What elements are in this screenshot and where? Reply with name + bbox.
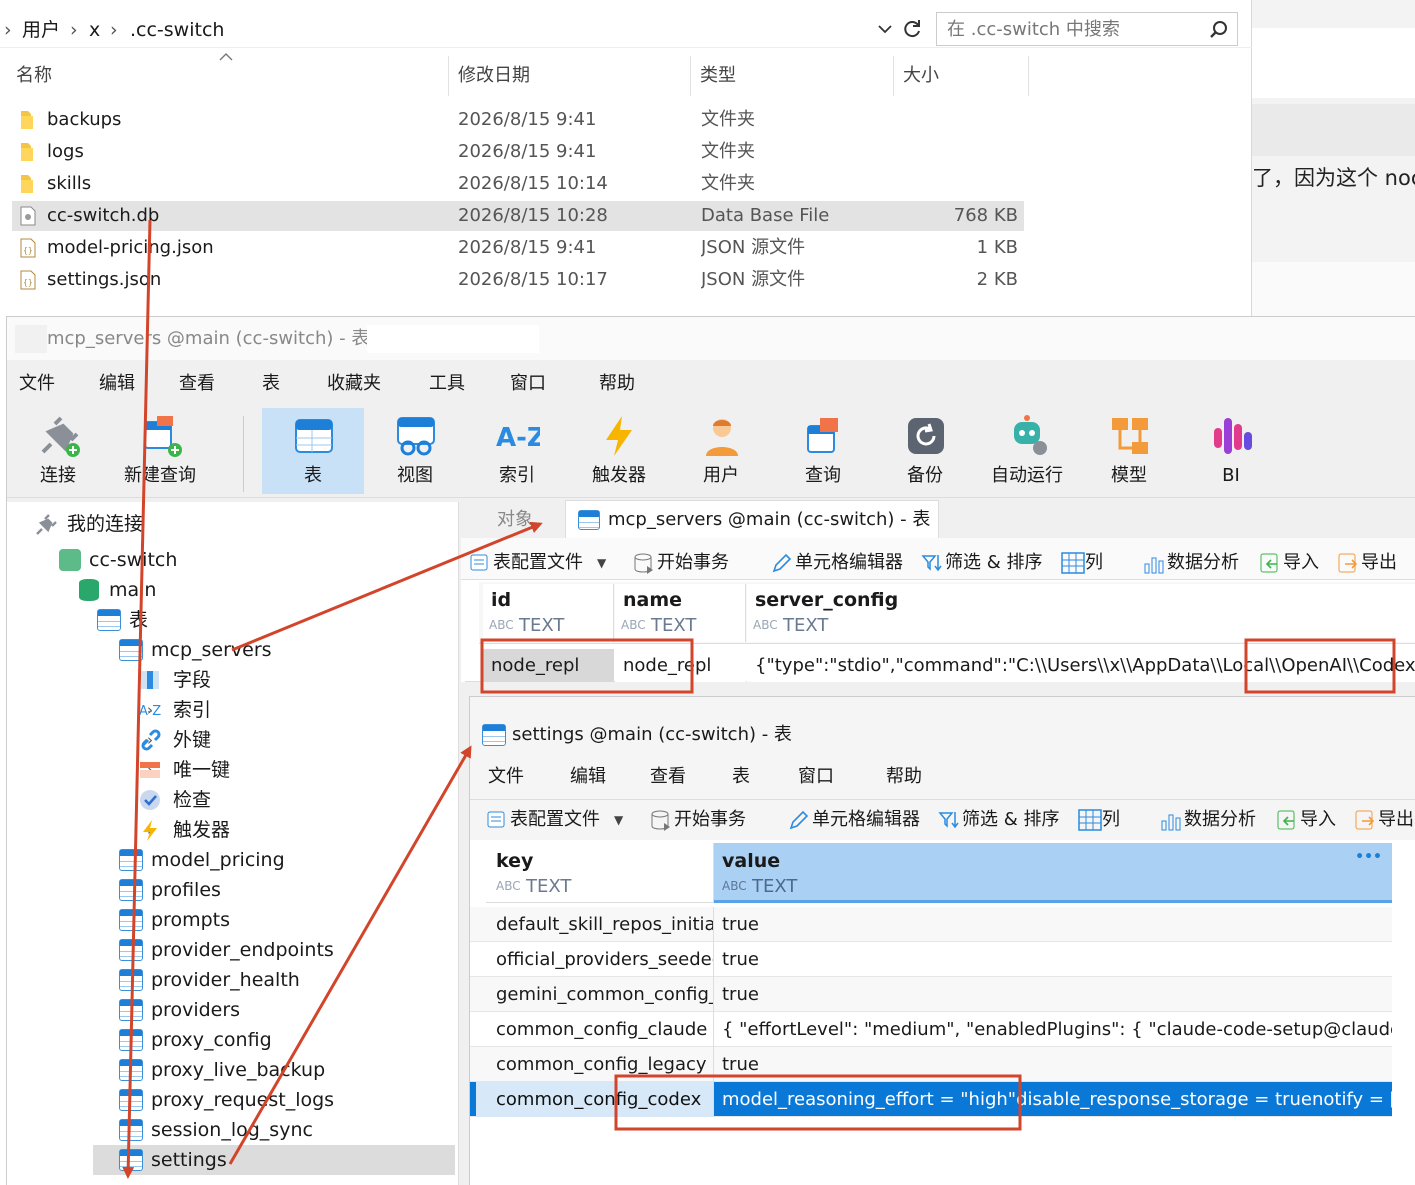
annotation-overlay [122, 219, 1396, 1179]
annotation-arrow [122, 219, 152, 1179]
annotation-box-openai-codex [1244, 638, 1396, 694]
annotation-arrow [228, 745, 472, 1165]
annotation-box-node-repl [480, 638, 694, 694]
annotation-box-codex-config [614, 1074, 1022, 1131]
annotation-arrow [231, 521, 543, 652]
